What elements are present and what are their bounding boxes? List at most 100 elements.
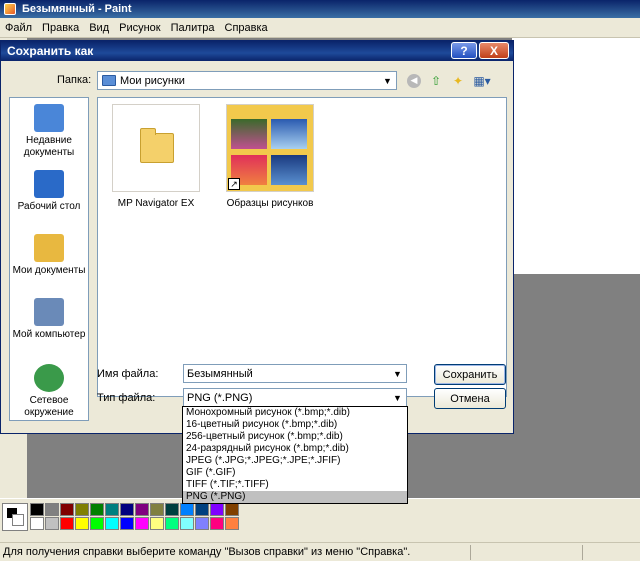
color-swatch[interactable] (210, 517, 224, 530)
chevron-down-icon[interactable]: ▼ (389, 389, 406, 406)
color-swatch[interactable] (150, 503, 164, 516)
color-swatch[interactable] (165, 517, 179, 530)
filename-label: Имя файла: (97, 368, 159, 380)
folder-icon (140, 128, 174, 163)
file-list: MP Navigator EX ↗ Образцы рисунков (97, 97, 507, 397)
menu-help[interactable]: Справка (220, 22, 273, 34)
filetype-option[interactable]: Монохромный рисунок (*.bmp;*.dib) (183, 407, 407, 419)
back-arrow-icon: ◀ (407, 73, 421, 88)
color-swatches (30, 503, 239, 530)
lookin-value: Мои рисунки (120, 74, 185, 87)
color-swatch[interactable] (180, 503, 194, 516)
color-swatch[interactable] (150, 517, 164, 530)
filetype-option-selected[interactable]: PNG (*.PNG) (183, 491, 407, 503)
menu-view[interactable]: Вид (84, 22, 114, 34)
filetype-option[interactable]: 16-цветный рисунок (*.bmp;*.dib) (183, 419, 407, 431)
desktop-icon (34, 170, 64, 198)
color-swatch[interactable] (210, 503, 224, 516)
color-swatch[interactable] (45, 503, 59, 516)
file-item-sample-pictures[interactable]: ↗ Образцы рисунков (220, 104, 320, 209)
chevron-down-icon[interactable]: ▼ (379, 72, 396, 89)
filetype-combo[interactable]: PNG (*.PNG) ▼ (183, 388, 407, 407)
filename-input[interactable]: Безымянный ▼ (183, 364, 407, 383)
filetype-label: Тип файла: (97, 392, 156, 404)
color-swatch[interactable] (195, 517, 209, 530)
color-swatch[interactable] (120, 517, 134, 530)
file-thumbnail: ↗ (226, 104, 314, 192)
paint-app-icon (4, 3, 16, 15)
menu-file[interactable]: Файл (0, 22, 37, 34)
filetype-option[interactable]: TIFF (*.TIF;*.TIFF) (183, 479, 407, 491)
background-color (12, 514, 24, 526)
paint-title-bar: Безымянный - Paint (0, 0, 640, 18)
color-swatch[interactable] (90, 517, 104, 530)
place-label: Сетевое окружение (24, 395, 74, 418)
place-recent[interactable]: Недавние документы (10, 104, 88, 159)
place-label: Рабочий стол (17, 201, 81, 212)
lookin-combo[interactable]: Мои рисунки ▼ (97, 71, 397, 90)
back-button[interactable]: ◀ (405, 72, 423, 89)
color-swatch[interactable] (135, 503, 149, 516)
color-swatch[interactable] (165, 503, 179, 516)
place-desktop[interactable]: Рабочий стол (10, 170, 88, 213)
filename-value: Безымянный (187, 367, 253, 380)
network-icon (34, 364, 64, 392)
file-thumbnail (112, 104, 200, 192)
chevron-down-icon[interactable]: ▼ (389, 365, 406, 382)
my-documents-icon (34, 234, 64, 262)
filetype-option[interactable]: JPEG (*.JPG;*.JPEG;*.JPE;*.JFIF) (183, 455, 407, 467)
color-swatch[interactable] (30, 517, 44, 530)
color-swatch[interactable] (105, 517, 119, 530)
shortcut-arrow-icon: ↗ (228, 178, 240, 190)
filetype-value: PNG (*.PNG) (187, 391, 253, 404)
filetype-option[interactable]: 24-разрядный рисунок (*.bmp;*.dib) (183, 443, 407, 455)
filetype-dropdown-list: Монохромный рисунок (*.bmp;*.dib) 16-цве… (182, 406, 408, 504)
color-palette (0, 498, 640, 542)
dialog-title: Сохранить как (7, 44, 94, 58)
menu-image[interactable]: Рисунок (114, 22, 166, 34)
color-swatch[interactable] (105, 503, 119, 516)
menu-colors[interactable]: Палитра (166, 22, 220, 34)
place-network[interactable]: Сетевое окружение (10, 364, 88, 419)
color-swatch[interactable] (225, 503, 239, 516)
color-swatch[interactable] (60, 503, 74, 516)
up-folder-icon[interactable]: ⇧ (427, 72, 445, 89)
status-text: Для получения справки выберите команду "… (3, 546, 411, 558)
places-bar: Недавние документы Рабочий стол Мои доку… (9, 97, 89, 421)
color-swatch[interactable] (30, 503, 44, 516)
close-button[interactable]: X (479, 42, 509, 59)
drawing-canvas[interactable] (512, 38, 640, 274)
color-swatch[interactable] (75, 503, 89, 516)
filetype-option[interactable]: 256-цветный рисунок (*.bmp;*.dib) (183, 431, 407, 443)
place-label: Мой компьютер (12, 329, 86, 340)
status-separator (470, 545, 471, 560)
menu-edit[interactable]: Правка (37, 22, 84, 34)
color-swatch[interactable] (90, 503, 104, 516)
dialog-title-bar: Сохранить как ? X (1, 41, 513, 61)
color-swatch[interactable] (45, 517, 59, 530)
file-item-mp-navigator[interactable]: MP Navigator EX (106, 104, 206, 209)
save-button[interactable]: Сохранить (434, 364, 506, 385)
place-my-documents[interactable]: Мои документы (10, 234, 88, 277)
views-menu-icon[interactable]: ▦▾ (471, 72, 493, 89)
recent-documents-icon (34, 104, 64, 132)
current-colors[interactable] (2, 503, 28, 531)
color-swatch[interactable] (180, 517, 194, 530)
filetype-option[interactable]: GIF (*.GIF) (183, 467, 407, 479)
status-bar: Для получения справки выберите команду "… (0, 542, 640, 561)
file-name: Образцы рисунков (226, 198, 314, 209)
color-swatch[interactable] (195, 503, 209, 516)
folder-icon (102, 75, 116, 86)
color-swatch[interactable] (135, 517, 149, 530)
new-folder-icon[interactable]: ✦ (449, 72, 467, 89)
color-swatch[interactable] (120, 503, 134, 516)
color-swatch[interactable] (75, 517, 89, 530)
menu-bar: Файл Правка Вид Рисунок Палитра Справка (0, 18, 640, 38)
place-my-computer[interactable]: Мой компьютер (10, 298, 88, 341)
cancel-button[interactable]: Отмена (434, 388, 506, 409)
my-computer-icon (34, 298, 64, 326)
lookin-label: Папка: (57, 74, 92, 86)
color-swatch[interactable] (60, 517, 74, 530)
color-swatch[interactable] (225, 517, 239, 530)
help-button[interactable]: ? (451, 42, 477, 59)
